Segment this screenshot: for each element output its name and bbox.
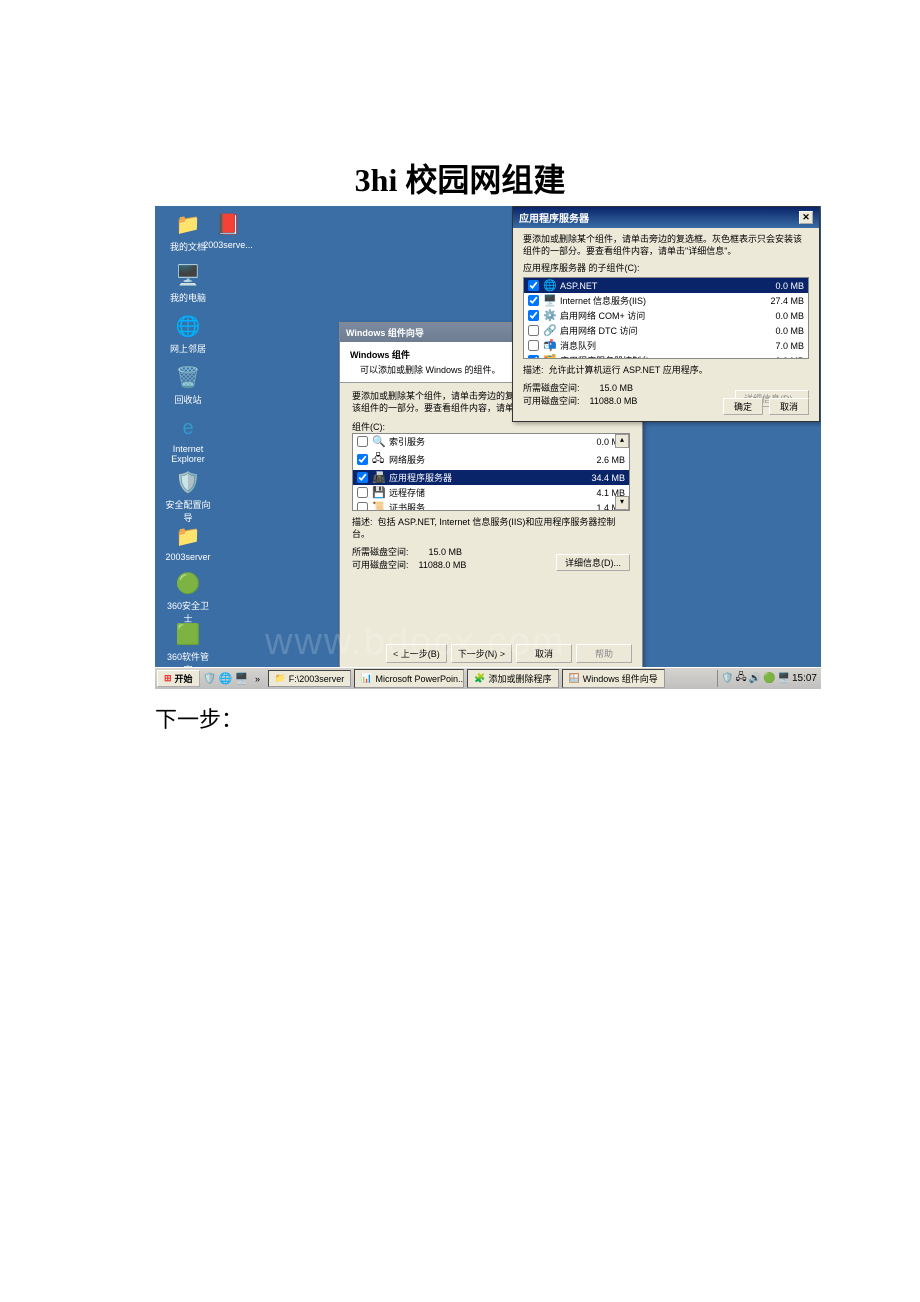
app-server-dialog: 应用程序服务器 ✕ 要添加或删除某个组件，请单击旁边的复选框。灰色框表示只会安装… — [512, 206, 820, 422]
component-icon: 🔍 — [372, 435, 386, 448]
screenshot-container: 📁我的文档📕2003serve...🖥️我的电脑🌐网上邻居🗑️回收站eInter… — [155, 206, 821, 689]
ql-icon-4[interactable]: » — [251, 672, 265, 686]
component-row[interactable]: 📠应用程序服务器34.4 MB — [353, 470, 629, 485]
subcomponent-row[interactable]: 📬消息队列7.0 MB — [524, 338, 808, 353]
ql-icon-1[interactable]: 🛡️ — [203, 672, 217, 686]
folder-icon: 📁 — [275, 673, 286, 684]
task-icon: 🧩 — [474, 673, 485, 684]
ok-button[interactable]: 确定 — [723, 398, 763, 415]
taskbar-folder[interactable]: 📁 F:\2003server — [268, 670, 352, 687]
dialog-cancel-button[interactable]: 取消 — [769, 398, 809, 415]
component-checkbox[interactable] — [357, 472, 368, 483]
ql-icon-3[interactable]: 🖥️ — [235, 672, 249, 686]
component-row[interactable]: 🖧网络服务2.6 MB — [353, 449, 629, 470]
components-list[interactable]: 🔍索引服务0.0 MB🖧网络服务2.6 MB📠应用程序服务器34.4 MB💾远程… — [352, 433, 630, 511]
tray-icon[interactable]: 🛡️ — [721, 673, 733, 684]
task-icon: 🪟 — [569, 673, 580, 684]
subcomponent-icon: 🌐 — [543, 279, 557, 292]
desktop-icon[interactable]: 📁2003server — [163, 522, 213, 562]
task-icon: 📊 — [361, 673, 372, 684]
desktop-icon[interactable]: 🟢360安全卫士 — [163, 569, 213, 625]
subcomponent-checkbox[interactable] — [528, 340, 539, 351]
document-title: 3hi 校园网组建 — [0, 0, 920, 201]
component-checkbox[interactable] — [357, 436, 368, 447]
desktop-icon[interactable]: 🌐网上邻居 — [163, 312, 213, 355]
dialog-description: 描述: 允许此计算机运行 ASP.NET 应用程序。 — [523, 365, 809, 377]
back-button[interactable]: < 上一步(B) — [386, 644, 447, 663]
tray-icon[interactable]: 🔊 — [749, 673, 761, 684]
desktop-icon[interactable]: 📕2003serve... — [203, 210, 253, 250]
taskbar-task[interactable]: 📊Microsoft PowerPoin... — [354, 669, 464, 688]
dialog-title-text: 应用程序服务器 — [519, 210, 589, 225]
desktop-icon[interactable]: 🗑️回收站 — [163, 363, 213, 406]
subcomponent-icon: 🖥️ — [543, 294, 557, 307]
wizard-description: 描述: 包括 ASP.NET, Internet 信息服务(IIS)和应用程序服… — [352, 517, 630, 540]
taskbar: ⊞ 开始 🛡️ 🌐 🖥️ » 📁 F:\2003server 📊Microsof… — [155, 667, 821, 689]
next-button[interactable]: 下一步(N) > — [451, 644, 512, 663]
cancel-button[interactable]: 取消 — [516, 644, 572, 663]
subcomponent-row[interactable]: 🌐ASP.NET0.0 MB — [524, 278, 808, 293]
component-checkbox[interactable] — [357, 454, 368, 465]
taskbar-task[interactable]: 🪟Windows 组件向导 — [562, 669, 665, 688]
subcomponent-row[interactable]: ⚙️启用网络 COM+ 访问0.0 MB — [524, 308, 808, 323]
disk-space-info: 所需磁盘空间: 15.0 MB 可用磁盘空间: 11088.0 MB — [352, 545, 466, 571]
taskbar-task[interactable]: 🧩添加或删除程序 — [467, 669, 558, 688]
subcomponents-list[interactable]: 🌐ASP.NET0.0 MB🖥️Internet 信息服务(IIS)27.4 M… — [523, 277, 809, 359]
tray-icon[interactable]: 🖧 — [735, 670, 746, 687]
dialog-instruction: 要添加或删除某个组件，请单击旁边的复选框。灰色框表示只会安装该组件的一部分。要查… — [523, 234, 809, 257]
components-label: 组件(C): — [352, 420, 630, 433]
dialog-disk-space: 所需磁盘空间: 15.0 MB 可用磁盘空间: 11088.0 MB — [523, 381, 637, 407]
component-row[interactable]: 💾远程存储4.1 MB — [353, 485, 629, 500]
subcomponents-label: 应用程序服务器 的子组件(C): — [523, 261, 809, 274]
desktop-icon[interactable]: 🖥️我的电脑 — [163, 261, 213, 304]
system-tray: 🛡️ 🖧 🔊 🟢 🖥️ 15:07 — [717, 670, 821, 687]
clock[interactable]: 15:07 — [792, 673, 817, 684]
desktop-icon[interactable]: 🛡️安全配置向导 — [163, 468, 213, 524]
subcomponent-icon: 🗂️ — [543, 354, 557, 359]
desktop-icon[interactable]: eInternet Explorer — [163, 414, 213, 464]
subcomponent-checkbox[interactable] — [528, 355, 539, 359]
subcomponent-row[interactable]: 🗂️应用程序服务器控制台0.0 MB — [524, 353, 808, 359]
component-row[interactable]: 🔍索引服务0.0 MB — [353, 434, 629, 449]
component-row[interactable]: 📜证书服务1.4 MB — [353, 500, 629, 511]
component-icon: 💾 — [372, 486, 386, 499]
details-button[interactable]: 详细信息(D)... — [556, 554, 630, 571]
component-icon: 📜 — [372, 501, 386, 511]
subcomponent-row[interactable]: 🖥️Internet 信息服务(IIS)27.4 MB — [524, 293, 808, 308]
tray-icon[interactable]: 🟢 — [763, 673, 775, 684]
windows-flag-icon: ⊞ — [164, 673, 172, 684]
subcomponent-checkbox[interactable] — [528, 310, 539, 321]
close-icon[interactable]: ✕ — [799, 211, 813, 224]
component-checkbox[interactable] — [357, 487, 368, 498]
subcomponent-checkbox[interactable] — [528, 325, 539, 336]
subcomponent-icon: 📬 — [543, 339, 557, 352]
subcomponent-row[interactable]: 🔗启用网络 DTC 访问0.0 MB — [524, 323, 808, 338]
component-icon: 📠 — [372, 471, 386, 484]
scroll-down-icon[interactable]: ▾ — [615, 496, 629, 510]
subcomponent-checkbox[interactable] — [528, 280, 539, 291]
subcomponent-icon: 🔗 — [543, 324, 557, 337]
subcomponent-icon: ⚙️ — [543, 309, 557, 322]
component-icon: 🖧 — [372, 450, 386, 469]
help-button[interactable]: 帮助 — [576, 644, 632, 663]
scroll-up-icon[interactable]: ▴ — [615, 434, 629, 448]
caption-text: 下一步： — [155, 702, 243, 734]
ql-icon-2[interactable]: 🌐 — [219, 672, 233, 686]
start-button[interactable]: ⊞ 开始 — [157, 670, 200, 687]
component-checkbox[interactable] — [357, 502, 368, 511]
tray-icon[interactable]: 🖥️ — [778, 673, 790, 684]
dialog-titlebar[interactable]: 应用程序服务器 ✕ — [513, 207, 819, 228]
quick-launch: 🛡️ 🌐 🖥️ » — [203, 672, 265, 686]
subcomponent-checkbox[interactable] — [528, 295, 539, 306]
